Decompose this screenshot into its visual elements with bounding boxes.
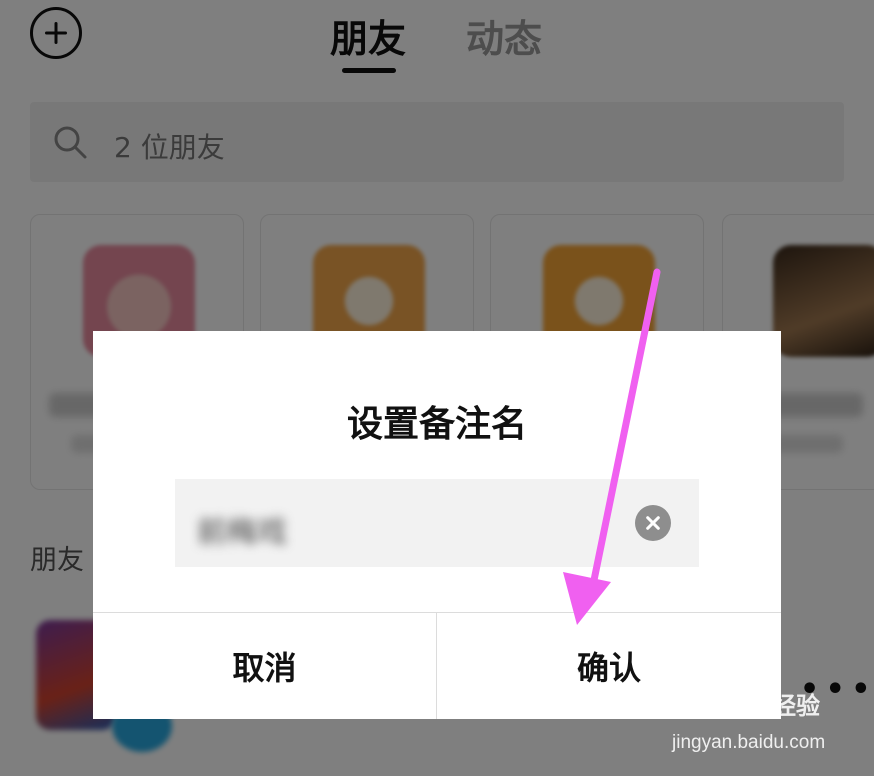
clear-icon[interactable] — [635, 505, 671, 541]
remark-name-value: 前梅戏 — [197, 515, 287, 550]
cancel-button[interactable]: 取消 — [93, 613, 436, 719]
remark-name-input[interactable]: 前梅戏 — [175, 479, 699, 567]
watermark-url: jingyan.baidu.com — [672, 732, 826, 753]
watermark-label: 经验 — [772, 692, 820, 720]
baidu-jingyan-watermark: Bai du 经验 jingyan.baidu.com — [672, 682, 862, 762]
dialog-title: 设置备注名 — [346, 404, 527, 445]
watermark-logo: Bai du — [672, 682, 776, 718]
set-remark-dialog: 设置备注名 前梅戏 取消 确认 — [93, 331, 781, 719]
